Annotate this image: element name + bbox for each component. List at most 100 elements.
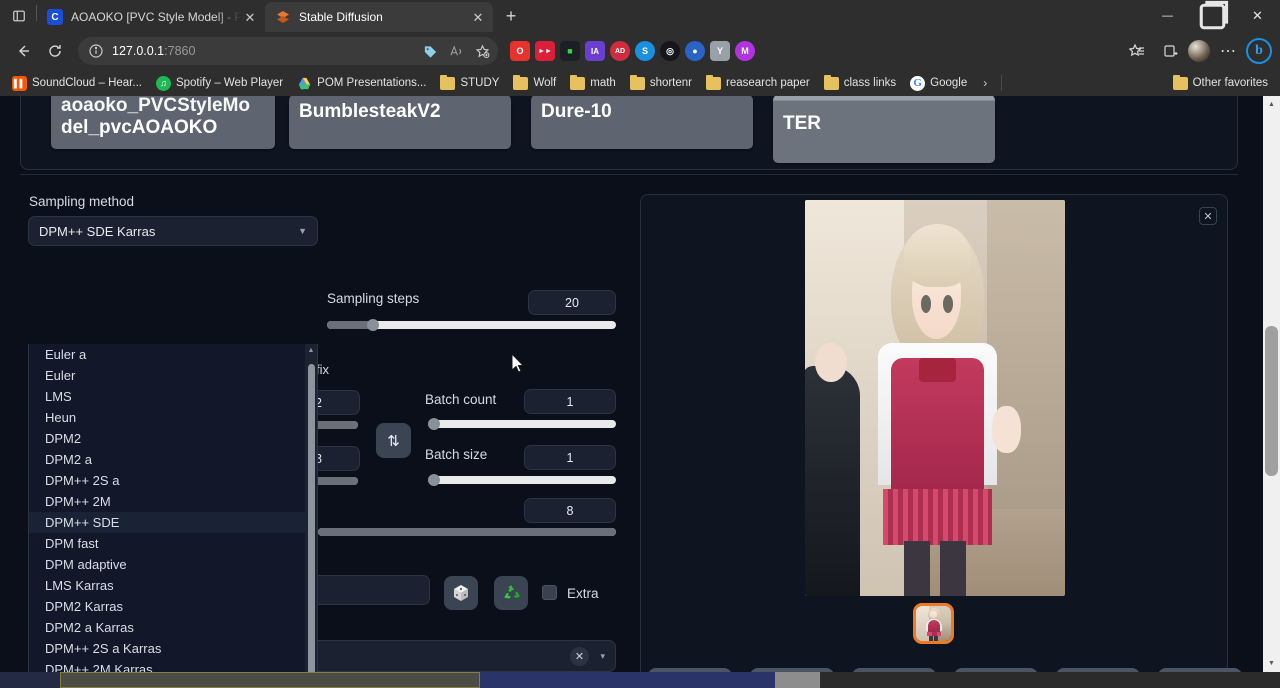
- other-favorites-folder[interactable]: Other favorites: [1167, 74, 1274, 93]
- clear-icon[interactable]: ✕: [570, 647, 589, 666]
- cfg-scale-input[interactable]: 8: [524, 498, 616, 523]
- scrollbar-thumb[interactable]: [1265, 326, 1278, 476]
- dropdown-option[interactable]: DPM2 a: [29, 449, 317, 470]
- taskbar-window[interactable]: [775, 672, 820, 688]
- bookmark-research-paper[interactable]: reasearch paper: [700, 74, 816, 93]
- scroll-down-icon[interactable]: ▼: [1263, 655, 1280, 672]
- shazam-icon[interactable]: S: [635, 41, 655, 61]
- bookmark-shortenr[interactable]: shortenr: [624, 74, 698, 93]
- bookmarks-overflow-icon[interactable]: ›: [975, 73, 995, 93]
- page-scrollbar[interactable]: ▲ ▼: [1263, 96, 1280, 672]
- close-window-button[interactable]: ✕: [1235, 0, 1280, 32]
- dropdown-option[interactable]: DPM2 a Karras: [29, 617, 317, 638]
- dropdown-option[interactable]: DPM++ 2M: [29, 491, 317, 512]
- shopping-tag-icon[interactable]: [418, 39, 442, 63]
- taskbar-window[interactable]: [60, 672, 480, 688]
- close-icon[interactable]: ✕: [241, 8, 259, 26]
- batch-count-slider[interactable]: [428, 420, 616, 428]
- dropdown-option[interactable]: DPM2 Karras: [29, 596, 317, 617]
- windows-taskbar[interactable]: [0, 672, 1280, 688]
- bookmark-pom-presentations[interactable]: POM Presentations...: [291, 73, 432, 94]
- dropdown-option[interactable]: DPM adaptive: [29, 554, 317, 575]
- taskbar-segment: [820, 672, 1280, 688]
- bookmark-study[interactable]: STUDY: [434, 74, 505, 93]
- reuse-seed-button[interactable]: [494, 576, 528, 610]
- bookmark-class-links[interactable]: class links: [818, 74, 902, 93]
- scrollbar-thumb[interactable]: [308, 364, 315, 672]
- back-icon[interactable]: [8, 36, 38, 66]
- dropdown-option[interactable]: DPM fast: [29, 533, 317, 554]
- generated-image[interactable]: [805, 200, 1065, 596]
- browser-tab-stable-diffusion[interactable]: Stable Diffusion ✕: [265, 2, 493, 32]
- address-bar[interactable]: 127.0.0.1:7860: [78, 37, 498, 65]
- model-card-dure[interactable]: Dure-10: [531, 96, 753, 149]
- scroll-up-icon[interactable]: ▲: [1263, 96, 1280, 113]
- bookmark-wolf[interactable]: Wolf: [507, 74, 562, 93]
- civitai-icon: C: [47, 9, 63, 25]
- globe-icon[interactable]: ●: [685, 41, 705, 61]
- bing-chat-icon[interactable]: b: [1246, 38, 1272, 64]
- random-seed-button[interactable]: [444, 576, 478, 610]
- slider-knob[interactable]: [428, 474, 440, 486]
- sampling-steps-slider[interactable]: [327, 321, 616, 329]
- adblock-icon[interactable]: AD: [610, 41, 630, 61]
- dropdown-option[interactable]: DPM++ 2S a: [29, 470, 317, 491]
- sampling-method-dropdown-list[interactable]: Euler a Euler LMS Heun DPM2 DPM2 a DPM++…: [28, 344, 318, 672]
- green-shield-icon[interactable]: ■: [560, 41, 580, 61]
- dropdown-option[interactable]: DPM++ 2S a Karras: [29, 638, 317, 659]
- dropdown-scrollbar[interactable]: ▲ ▼: [305, 344, 317, 672]
- bookmark-soundcloud[interactable]: ▌▌ SoundCloud – Hear...: [6, 73, 148, 94]
- sampling-steps-input[interactable]: 20: [528, 290, 616, 315]
- batch-count-input[interactable]: 1: [524, 389, 616, 414]
- add-favorite-icon[interactable]: [470, 39, 494, 63]
- scroll-up-icon[interactable]: ▲: [305, 344, 317, 356]
- magnet-icon[interactable]: M: [735, 41, 755, 61]
- tab-search-icon[interactable]: [6, 3, 32, 29]
- batch-size-slider[interactable]: [428, 476, 616, 484]
- model-card-ter[interactable]: TER: [773, 96, 995, 163]
- fast-forward-icon[interactable]: ►►: [535, 41, 555, 61]
- slider-knob[interactable]: [367, 319, 379, 331]
- bookmark-google[interactable]: G Google: [904, 73, 973, 94]
- bookmark-math[interactable]: math: [564, 74, 622, 93]
- dropdown-option[interactable]: DPM++ 2M Karras: [29, 659, 317, 672]
- more-options-icon[interactable]: ⋯: [1213, 36, 1243, 66]
- yahoo-icon[interactable]: Y: [710, 41, 730, 61]
- dropdown-option[interactable]: LMS: [29, 386, 317, 407]
- dropdown-option-hovered[interactable]: DPM++ SDE: [29, 512, 317, 533]
- cfg-scale-slider[interactable]: [318, 528, 616, 536]
- close-icon[interactable]: ✕: [469, 8, 487, 26]
- location-pin-icon[interactable]: ◎: [660, 41, 680, 61]
- taskbar-window[interactable]: [480, 672, 775, 688]
- sampling-method-select[interactable]: DPM++ SDE Karras ▼: [28, 216, 318, 246]
- internet-archive-icon[interactable]: IA: [585, 41, 605, 61]
- read-aloud-icon[interactable]: [444, 39, 468, 63]
- favorites-icon[interactable]: [1122, 36, 1152, 66]
- slider-knob[interactable]: [428, 418, 440, 430]
- model-card-bumblesteak[interactable]: BumblesteakV2: [289, 96, 511, 149]
- url-text: 127.0.0.1:7860: [112, 44, 418, 58]
- dropdown-option[interactable]: LMS Karras: [29, 575, 317, 596]
- site-info-icon[interactable]: [88, 43, 104, 59]
- gallery-thumbnail[interactable]: [913, 603, 954, 644]
- collections-icon[interactable]: [1155, 36, 1185, 66]
- avatar[interactable]: [1188, 40, 1210, 62]
- new-tab-button[interactable]: +: [497, 2, 525, 30]
- close-image-button[interactable]: ✕: [1199, 207, 1217, 225]
- extra-checkbox[interactable]: [542, 585, 557, 600]
- seed-input[interactable]: [300, 575, 430, 605]
- dropdown-option[interactable]: DPM2: [29, 428, 317, 449]
- script-select[interactable]: ✕ ▾: [300, 640, 616, 672]
- bookmark-spotify[interactable]: ♫ Spotify – Web Player: [150, 73, 289, 94]
- dropdown-option[interactable]: Euler a: [29, 344, 317, 365]
- opera-icon[interactable]: O: [510, 41, 530, 61]
- minimize-button[interactable]: —: [1145, 0, 1190, 32]
- batch-size-input[interactable]: 1: [524, 445, 616, 470]
- maximize-button[interactable]: [1190, 0, 1235, 32]
- dropdown-option[interactable]: Heun: [29, 407, 317, 428]
- browser-tab-civitai[interactable]: C AOAOKO [PVC Style Model] - PVC ✕: [37, 2, 265, 32]
- model-card-aoaoko[interactable]: aoaoko_PVCStyleMo del_pvcAOAOKO: [51, 96, 275, 149]
- reload-icon[interactable]: [40, 36, 70, 66]
- dropdown-option[interactable]: Euler: [29, 365, 317, 386]
- swap-dimensions-button[interactable]: ⇅: [376, 423, 411, 458]
